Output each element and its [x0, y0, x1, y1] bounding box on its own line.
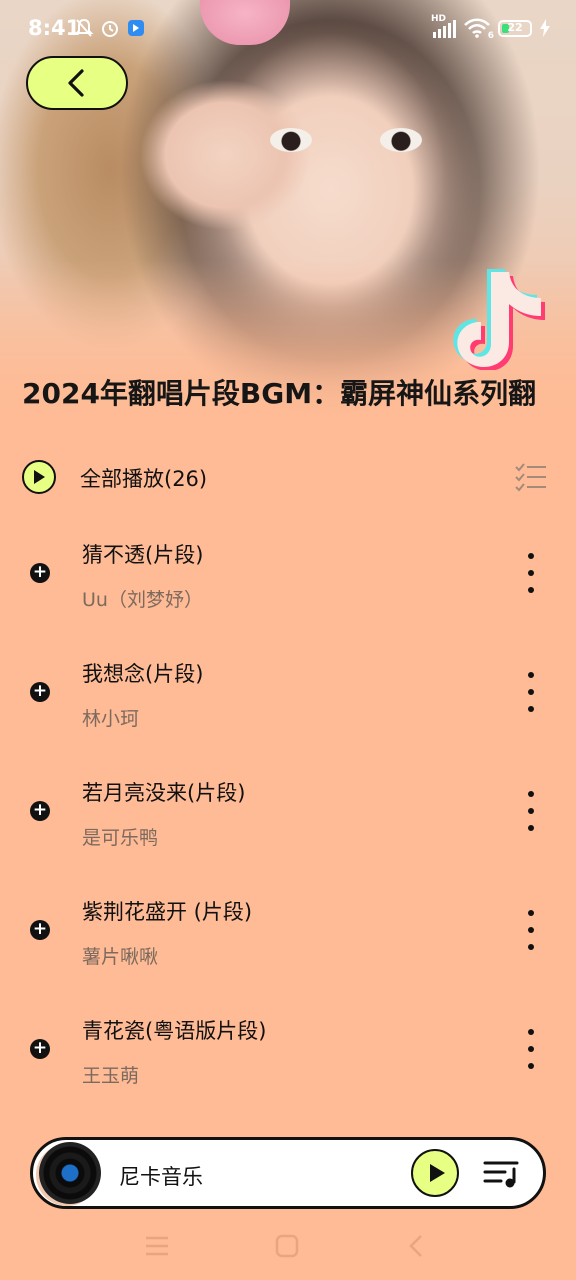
- tiktok-logo-icon: [425, 260, 565, 372]
- notifications-off-icon: [74, 18, 94, 38]
- playlist-title: 2024年翻唱片段BGM：霸屏神仙系列翻: [22, 377, 537, 410]
- song-title: 紫荆花盛开 (片段): [82, 900, 253, 924]
- song-artist: 王玉萌: [82, 1065, 140, 1087]
- play-icon: [32, 469, 46, 485]
- add-song-button[interactable]: +: [30, 801, 50, 821]
- battery-icon: 22: [498, 19, 532, 37]
- album-vinyl-icon[interactable]: [39, 1142, 101, 1204]
- more-options-button[interactable]: [520, 553, 542, 593]
- song-row[interactable]: + 猜不透(片段) Uu（刘梦妤）: [0, 520, 576, 630]
- battery-level: 22: [507, 20, 523, 34]
- status-time: 8:41: [28, 16, 81, 40]
- song-artist: 林小珂: [82, 708, 140, 730]
- play-all-button[interactable]: [22, 460, 56, 494]
- playlist-queue-icon[interactable]: [483, 1156, 523, 1190]
- mini-player-title[interactable]: 尼卡音乐: [119, 1161, 203, 1191]
- back-nav-icon[interactable]: [402, 1232, 432, 1260]
- more-options-button[interactable]: [520, 1029, 542, 1069]
- signal-icon: HD: [431, 14, 456, 38]
- add-song-button[interactable]: +: [30, 563, 50, 583]
- status-icons-left: [74, 18, 146, 38]
- home-icon[interactable]: [272, 1232, 302, 1260]
- song-title: 我想念(片段): [82, 662, 204, 686]
- add-song-button[interactable]: +: [30, 682, 50, 702]
- wifi-label: 6: [487, 31, 494, 41]
- more-options-button[interactable]: [520, 672, 542, 712]
- song-title: 青花瓷(粤语版片段): [82, 1019, 267, 1043]
- song-row[interactable]: + 若月亮没来(片段) 是可乐鸭: [0, 758, 576, 868]
- status-icons-right: HD 6 22: [431, 14, 550, 41]
- play-icon: [428, 1163, 446, 1183]
- more-options-button[interactable]: [520, 791, 542, 831]
- mini-player[interactable]: 尼卡音乐: [30, 1137, 546, 1209]
- wifi-icon: 6: [464, 18, 494, 41]
- app-badge-icon: [126, 18, 146, 38]
- cover-eye-left: [270, 128, 312, 152]
- alarm-icon: [100, 18, 120, 38]
- song-artist: Uu（刘梦妤）: [82, 589, 203, 611]
- add-song-button[interactable]: +: [30, 1039, 50, 1059]
- mini-play-button[interactable]: [411, 1149, 459, 1197]
- song-row[interactable]: + 青花瓷(粤语版片段) 王玉萌: [0, 996, 576, 1106]
- system-nav-bar: [0, 1224, 576, 1268]
- song-title: 猜不透(片段): [82, 543, 204, 567]
- network-type-label: HD: [431, 14, 447, 24]
- add-song-button[interactable]: +: [30, 920, 50, 940]
- menu-icon[interactable]: [142, 1232, 172, 1260]
- play-all-label[interactable]: 全部播放(26): [80, 463, 207, 493]
- cover-hand: [140, 80, 310, 230]
- multi-select-icon[interactable]: [514, 462, 548, 494]
- song-artist: 是可乐鸭: [82, 827, 159, 849]
- song-row[interactable]: + 紫荆花盛开 (片段) 薯片啾啾: [0, 877, 576, 987]
- cover-eye-right: [380, 128, 422, 152]
- song-artist: 薯片啾啾: [82, 946, 159, 968]
- more-options-button[interactable]: [520, 910, 542, 950]
- song-title: 若月亮没来(片段): [82, 781, 246, 805]
- back-button[interactable]: [26, 56, 128, 110]
- charging-icon: [540, 18, 550, 38]
- status-bar: 8:41 HD 6 22: [0, 14, 576, 48]
- song-row[interactable]: + 我想念(片段) 林小珂: [0, 639, 576, 749]
- chevron-left-icon: [64, 68, 90, 98]
